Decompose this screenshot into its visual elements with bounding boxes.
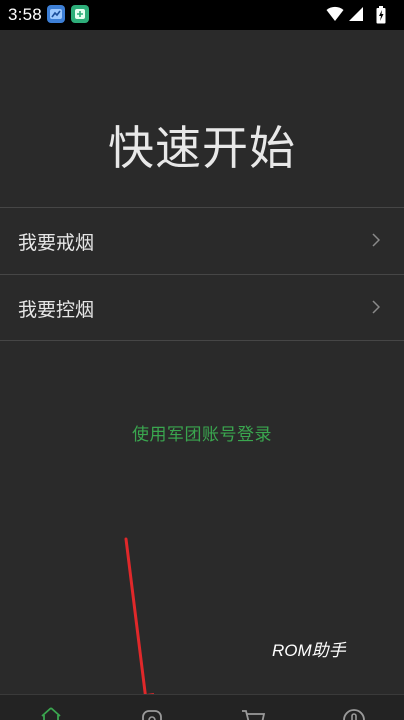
watermark: ROM助手 [272, 641, 346, 660]
page-title: 快速开始 [108, 121, 296, 175]
profile-icon[interactable] [339, 705, 369, 720]
status-time: 3:58 [8, 5, 42, 24]
menu-item-label: 我要戒烟 [18, 232, 95, 254]
app-screen: 3:58 快速开始 我要戒烟 我要控烟 使用军团账号登录 ROM助手 [0, 0, 404, 720]
cart-icon[interactable] [238, 705, 268, 720]
app-notification-icon [47, 5, 65, 23]
menu-item-label: 我要控烟 [18, 299, 95, 321]
chevron-right-icon [372, 299, 381, 318]
app-notification-icon [71, 5, 89, 23]
menu-item-control-smoking[interactable]: 我要控烟 [0, 275, 404, 341]
home-icon[interactable] [36, 705, 66, 720]
annotation-arrow [124, 537, 154, 719]
login-link[interactable]: 使用军团账号登录 [0, 420, 404, 445]
bottom-navigation [0, 694, 404, 720]
battery-charging-icon [376, 6, 386, 24]
menu-item-quit-smoking[interactable]: 我要戒烟 [0, 208, 404, 274]
chevron-right-icon [372, 232, 381, 251]
discover-icon[interactable] [137, 705, 167, 720]
signal-icon [349, 7, 363, 21]
divider [0, 340, 404, 341]
status-bar: 3:58 [0, 0, 404, 30]
wifi-icon [326, 6, 344, 21]
